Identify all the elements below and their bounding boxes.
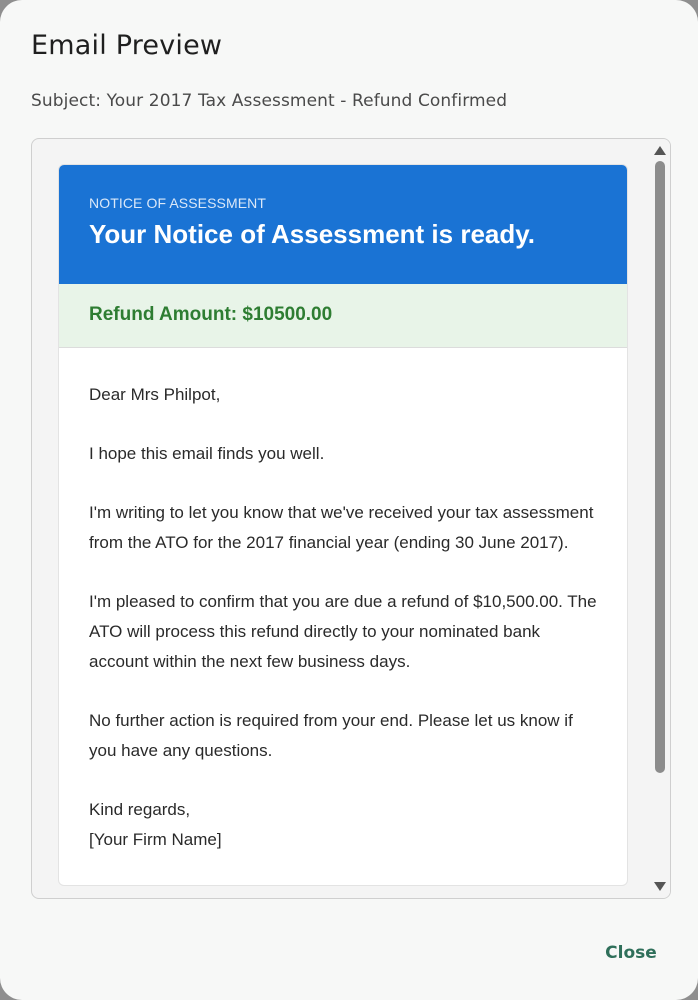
email-paragraph: I'm pleased to confirm that you are due … bbox=[89, 592, 597, 671]
scroll-up-arrow-icon[interactable] bbox=[654, 146, 666, 155]
close-button[interactable]: Close bbox=[596, 938, 666, 968]
email-firm-name: [Your Firm Name] bbox=[89, 830, 222, 849]
email-paragraph: I hope this email finds you well. bbox=[89, 444, 325, 463]
email-signoff-line: Kind regards, bbox=[89, 800, 191, 819]
refund-amount-banner: Refund Amount: $10500.00 bbox=[59, 284, 627, 348]
email-signoff: Kind regards, [Your Firm Name] bbox=[89, 795, 597, 855]
scroll-down-arrow-icon[interactable] bbox=[654, 882, 666, 891]
email-subject: Subject: Your 2017 Tax Assessment - Refu… bbox=[31, 91, 508, 111]
email-header: NOTICE OF ASSESSMENT Your Notice of Asse… bbox=[59, 165, 627, 284]
email-preview-frame[interactable]: NOTICE OF ASSESSMENT Your Notice of Asse… bbox=[31, 138, 671, 899]
email-scroll-area[interactable]: NOTICE OF ASSESSMENT Your Notice of Asse… bbox=[32, 139, 651, 898]
email-card: NOTICE OF ASSESSMENT Your Notice of Asse… bbox=[58, 164, 628, 886]
email-greeting: Dear Mrs Philpot, bbox=[89, 385, 221, 404]
scrollbar-thumb[interactable] bbox=[655, 161, 665, 773]
email-eyebrow: NOTICE OF ASSESSMENT bbox=[89, 195, 267, 211]
email-preview-dialog: Email Preview Subject: Your 2017 Tax Ass… bbox=[0, 0, 698, 1000]
vertical-scrollbar[interactable] bbox=[651, 139, 670, 898]
email-paragraph: I'm writing to let you know that we've r… bbox=[89, 503, 594, 552]
email-body: Dear Mrs Philpot, I hope this email find… bbox=[59, 348, 627, 885]
email-headline: Your Notice of Assessment is ready. bbox=[89, 219, 535, 249]
dialog-title: Email Preview bbox=[31, 30, 223, 61]
email-paragraph: No further action is required from your … bbox=[89, 711, 573, 760]
